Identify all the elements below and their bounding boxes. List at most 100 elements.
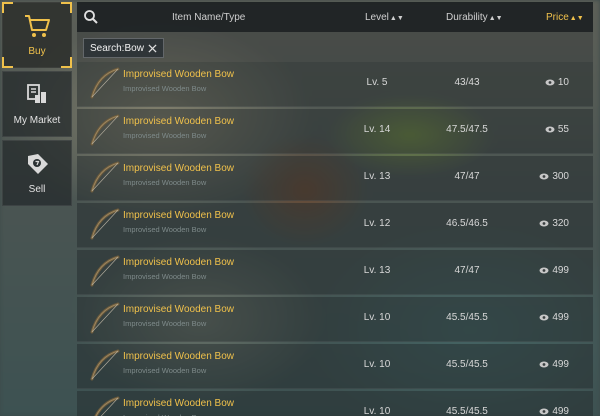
tab-label: Sell (28, 184, 46, 195)
filter-chip-label: Search:Bow (90, 42, 144, 54)
selection-corner (2, 2, 13, 13)
item-type: Improvised Wooden Bow (123, 272, 207, 281)
sort-arrows-icon: ▲▼ (569, 15, 584, 22)
item-name: Improvised Wooden Bow (123, 351, 234, 362)
item-durability: 47.5/47.5 (446, 124, 488, 135)
item-level: Lv. 12 (363, 218, 391, 229)
item-price: 499 (527, 312, 587, 323)
bow-icon (90, 349, 120, 381)
list-header: Item Name/Type Level▲▼ Durability▲▼ Pric… (77, 2, 593, 32)
price-value: 10 (557, 77, 569, 88)
list-item[interactable]: Improvised Wooden Bow Improvised Wooden … (77, 109, 593, 154)
column-header-label: Durability (446, 12, 488, 23)
price-value: 499 (552, 406, 569, 416)
item-level: Lv. 14 (363, 124, 391, 135)
selection-corner (61, 2, 72, 13)
item-price: 300 (527, 171, 587, 182)
item-name: Improvised Wooden Bow (123, 257, 234, 268)
item-durability: 45.5/45.5 (446, 312, 488, 323)
item-level: Lv. 13 (363, 171, 391, 182)
tab-label: Buy (28, 46, 46, 57)
selection-corner (2, 57, 13, 68)
bow-icon (90, 114, 120, 146)
column-header-item-name: Item Name/Type (172, 12, 246, 23)
list-item[interactable]: Improvised Wooden Bow Improvised Wooden … (77, 203, 593, 248)
item-level: Lv. 10 (363, 312, 391, 323)
item-level: Lv. 10 (363, 406, 391, 416)
search-icon[interactable] (83, 9, 99, 25)
selection-corner (61, 57, 72, 68)
item-name: Improvised Wooden Bow (123, 398, 234, 409)
price-value: 300 (552, 171, 569, 182)
item-name: Improvised Wooden Bow (123, 304, 234, 315)
bow-icon (94, 396, 120, 416)
item-price: 499 (527, 265, 587, 276)
sort-arrows-icon: ▲▼ (488, 15, 503, 22)
tab-my-market[interactable]: My Market (2, 71, 72, 137)
item-type: Improvised Wooden Bow (123, 225, 207, 234)
tab-sell[interactable]: Sell (2, 140, 72, 206)
item-type: Improvised Wooden Bow (123, 84, 207, 93)
item-durability: 47/47 (454, 265, 480, 276)
filter-bar: Search:Bow (77, 32, 593, 62)
currency-icon (539, 361, 549, 368)
market-icon (27, 84, 46, 103)
price-value: 499 (552, 265, 569, 276)
column-header-label: Level (365, 12, 389, 23)
item-level: Lv. 10 (363, 359, 391, 370)
currency-icon (539, 408, 549, 415)
item-type: Improvised Wooden Bow (123, 366, 207, 375)
sell-tag-icon (28, 154, 48, 174)
bow-icon (90, 255, 120, 287)
list-item[interactable]: Improvised Wooden Bow Improvised Wooden … (77, 297, 593, 342)
tab-label: My Market (13, 115, 61, 126)
bow-icon (90, 161, 120, 193)
item-price: 320 (527, 218, 587, 229)
item-name: Improvised Wooden Bow (123, 163, 234, 174)
close-icon[interactable] (148, 43, 157, 53)
item-name: Improvised Wooden Bow (123, 69, 234, 80)
currency-icon (545, 79, 555, 86)
item-durability: 43/43 (454, 77, 480, 88)
price-value: 499 (552, 359, 569, 370)
currency-icon (539, 173, 549, 180)
list-item[interactable]: Improvised Wooden Bow Improvised Wooden … (77, 344, 593, 389)
currency-icon (539, 267, 549, 274)
list-item[interactable]: Improvised Wooden Bow Improvised Wooden … (77, 62, 593, 107)
item-durability: 45.5/45.5 (446, 359, 488, 370)
currency-icon (539, 314, 549, 321)
item-durability: 46.5/46.5 (446, 218, 488, 229)
bow-icon (90, 67, 120, 99)
item-name: Improvised Wooden Bow (123, 210, 234, 221)
item-name: Improvised Wooden Bow (123, 116, 234, 127)
column-header-durability[interactable]: Durability▲▼ (446, 12, 503, 23)
cart-icon (25, 15, 50, 37)
search-filter-chip[interactable]: Search:Bow (83, 38, 164, 58)
price-value: 499 (552, 312, 569, 323)
bow-icon (90, 302, 120, 334)
item-type: Improvised Wooden Bow (123, 131, 207, 140)
column-header-label: Price (546, 12, 569, 23)
market-listing-panel: Item Name/Type Level▲▼ Durability▲▼ Pric… (77, 2, 593, 416)
item-price: 499 (527, 406, 587, 416)
item-type: Improvised Wooden Bow (123, 178, 207, 187)
column-header-price[interactable]: Price▲▼ (546, 12, 584, 23)
list-item[interactable]: Improvised Wooden Bow Improvised Wooden … (77, 391, 593, 416)
sort-arrows-icon: ▲▼ (389, 15, 404, 22)
item-price: 55 (527, 124, 587, 135)
bow-icon (90, 208, 120, 240)
price-value: 55 (557, 124, 569, 135)
item-durability: 45.5/45.5 (446, 406, 488, 416)
currency-icon (545, 126, 555, 133)
price-value: 320 (552, 218, 569, 229)
currency-icon (539, 220, 549, 227)
list-item[interactable]: Improvised Wooden Bow Improvised Wooden … (77, 250, 593, 295)
column-header-level[interactable]: Level▲▼ (365, 12, 404, 23)
item-price: 499 (527, 359, 587, 370)
item-level: Lv. 5 (366, 77, 388, 88)
item-durability: 47/47 (454, 171, 480, 182)
tab-buy[interactable]: Buy (2, 2, 72, 68)
list-item[interactable]: Improvised Wooden Bow Improvised Wooden … (77, 156, 593, 201)
item-price: 10 (527, 77, 587, 88)
item-type: Improvised Wooden Bow (123, 319, 207, 328)
